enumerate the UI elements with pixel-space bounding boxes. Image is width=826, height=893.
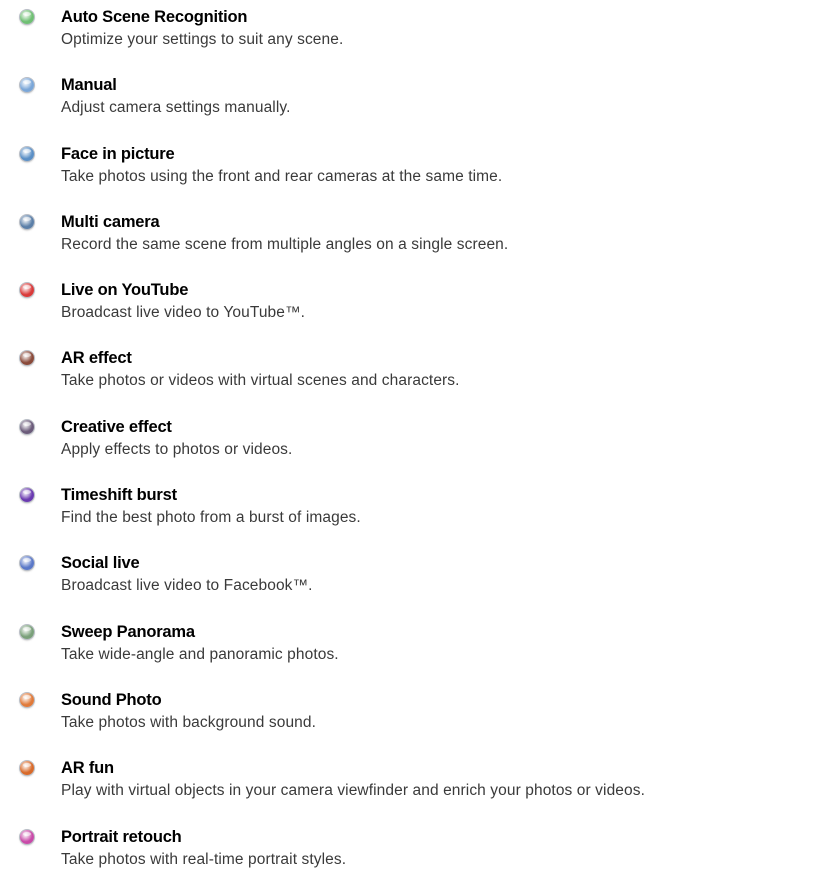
social-live-icon (20, 556, 34, 571)
mode-title: Portrait retouch (61, 827, 182, 846)
mode-title: Sound Photo (61, 690, 162, 709)
mode-description: Take photos with background sound. (61, 713, 317, 731)
mode-title: Multi camera (61, 212, 160, 231)
multi-camera-icon (20, 214, 34, 229)
list-item: Multi camera Record the same scene from … (0, 205, 826, 273)
list-item: AR fun Play with virtual objects in your… (0, 751, 826, 819)
list-item: Social live Broadcast live video to Face… (0, 546, 826, 614)
list-item: Face in picture Take photos using the fr… (0, 137, 826, 205)
auto-scene-recognition-icon (20, 10, 34, 24)
live-on-youtube-icon (20, 283, 34, 298)
mode-title: Live on YouTube (61, 281, 189, 300)
list-item: Timeshift burst Find the best photo from… (0, 478, 826, 546)
portrait-retouch-icon (20, 829, 34, 844)
list-item: Sound Photo Take photos with background … (0, 683, 826, 751)
mode-title: AR fun (61, 759, 114, 778)
list-item: Manual Adjust camera settings manually. (0, 68, 826, 136)
mode-description: Broadcast live video to Facebook™. (61, 577, 313, 595)
mode-description: Optimize your settings to suit any scene… (61, 31, 344, 48)
sweep-panorama-icon (20, 624, 34, 639)
timeshift-burst-icon (20, 488, 34, 503)
list-item: Portrait retouch Take photos with real-t… (0, 820, 826, 888)
face-in-picture-icon (20, 146, 34, 161)
mode-description: Play with virtual objects in your camera… (61, 782, 645, 800)
ar-fun-icon (20, 761, 34, 776)
ar-effect-icon (20, 351, 34, 366)
mode-title: Face in picture (61, 144, 175, 163)
mode-description: Adjust camera settings manually. (61, 99, 291, 117)
mode-description: Record the same scene from multiple angl… (61, 235, 509, 253)
mode-title: Manual (61, 76, 117, 95)
sound-photo-icon (20, 692, 34, 707)
list-item: Live on YouTube Broadcast live video to … (0, 273, 826, 341)
mode-title: Social live (61, 554, 140, 573)
mode-title: Auto Scene Recognition (61, 8, 248, 26)
mode-description: Take photos using the front and rear cam… (61, 167, 503, 185)
list-item: Creative effect Apply effects to photos … (0, 410, 826, 478)
mode-title: Sweep Panorama (61, 622, 195, 641)
mode-title: Creative effect (61, 417, 172, 436)
list-item: AR effect Take photos or videos with vir… (0, 341, 826, 409)
list-item: Sweep Panorama Take wide-angle and panor… (0, 615, 826, 683)
mode-title: AR effect (61, 349, 132, 368)
mode-title: Timeshift burst (61, 486, 177, 505)
manual-icon (20, 78, 34, 93)
mode-description: Broadcast live video to YouTube™. (61, 304, 305, 322)
mode-description: Take wide-angle and panoramic photos. (61, 645, 339, 663)
mode-description: Take photos with real-time portrait styl… (61, 850, 347, 868)
creative-effect-icon (20, 419, 34, 434)
camera-mode-list: Auto Scene Recognition Optimize your set… (0, 0, 826, 888)
list-item: Auto Scene Recognition Optimize your set… (0, 0, 826, 68)
mode-description: Take photos or videos with virtual scene… (61, 372, 460, 390)
mode-description: Find the best photo from a burst of imag… (61, 509, 361, 527)
mode-description: Apply effects to photos or videos. (61, 440, 293, 458)
